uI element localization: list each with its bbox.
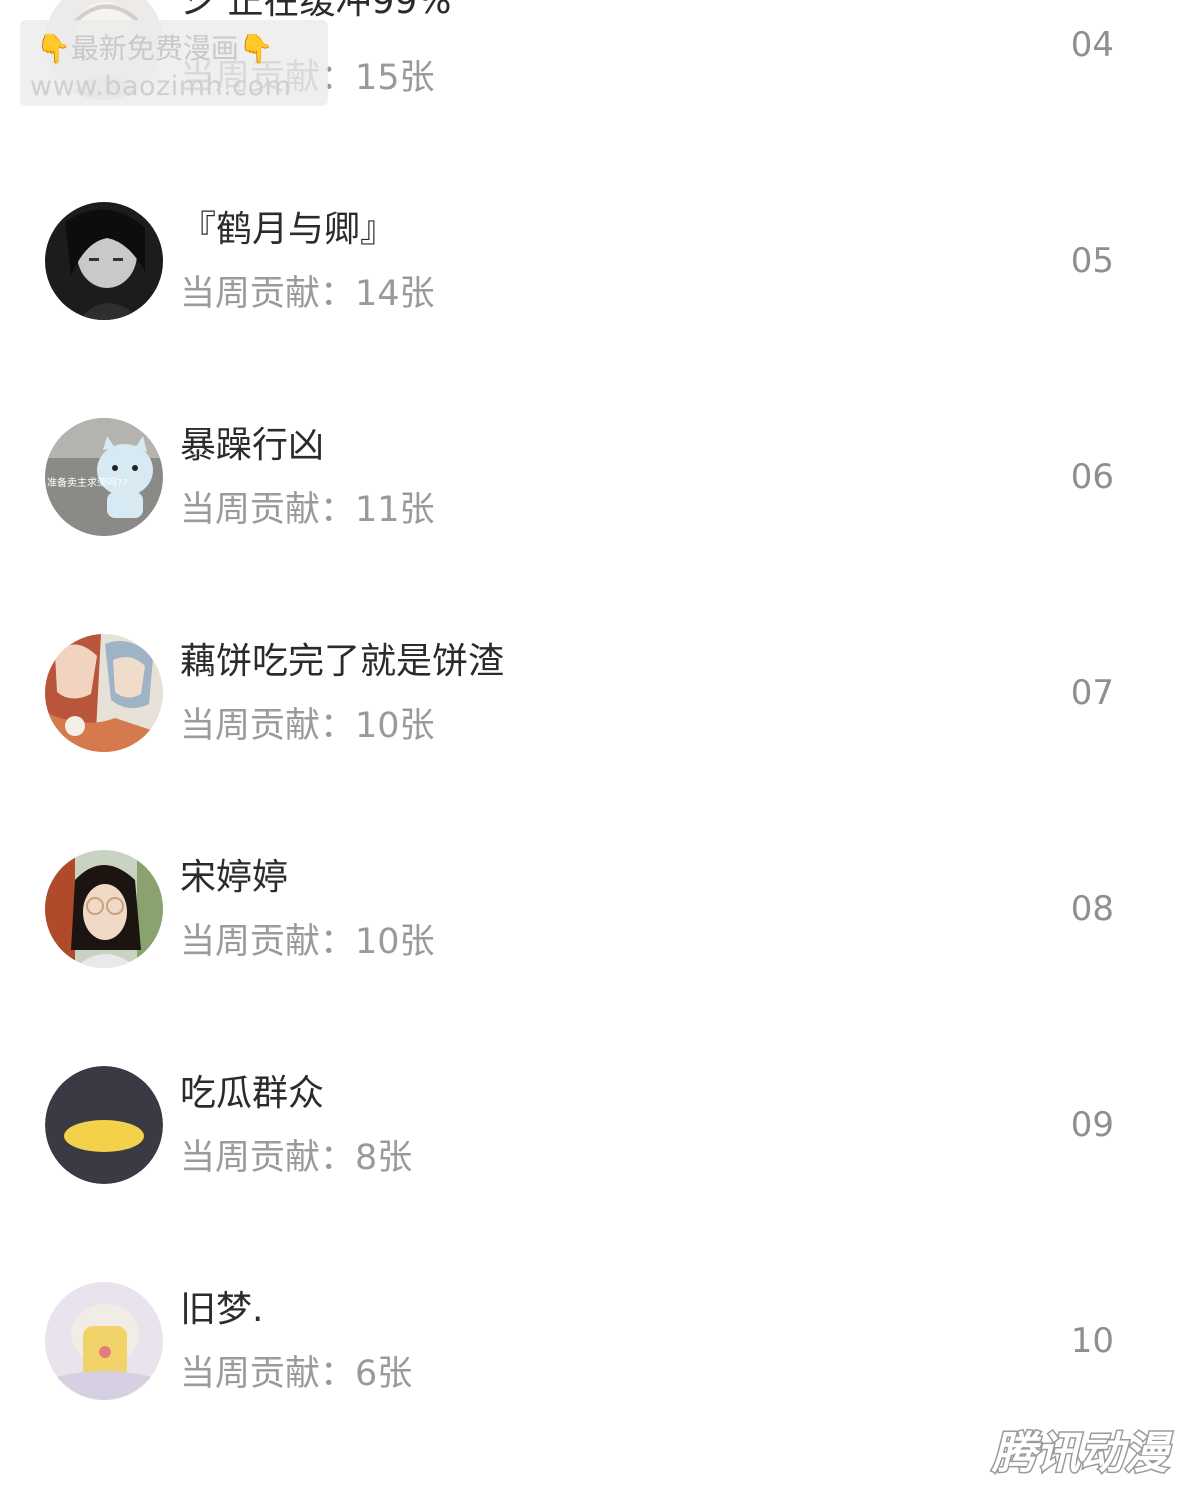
user-name[interactable]: 『鹤月与卿』 <box>180 208 396 252</box>
list-item[interactable]: 准备卖主求荣吗?? 暴躁行凶 当周贡献：11张 06 <box>0 302 1200 536</box>
list-item[interactable]: 宋婷婷 当周贡献：10张 08 <box>0 734 1200 968</box>
list-item[interactable]: 『鹤月与卿』 当周贡献：14张 05 <box>0 86 1200 320</box>
rank-number: 08 <box>1070 889 1114 929</box>
rank-number: 09 <box>1070 1105 1114 1145</box>
contribution-ranking-list: ジ 正在缓冲99% 当周贡献：15张 04 『鹤月与卿』 当周贡献：14张 05 <box>0 0 1200 1500</box>
user-name[interactable]: 宋婷婷 <box>180 856 288 900</box>
watermark-title: 最新免费漫画 <box>70 32 239 65</box>
user-name[interactable]: 藕饼吃完了就是饼渣 <box>180 640 504 684</box>
rank-number: 05 <box>1070 241 1114 281</box>
user-name[interactable]: 吃瓜群众 <box>180 1072 324 1116</box>
list-item[interactable]: 藕饼吃完了就是饼渣 当周贡献：10张 07 <box>0 518 1200 752</box>
list-item[interactable]: 吃瓜群众 当周贡献：8张 09 <box>0 950 1200 1184</box>
watermark-overlay: 👇最新免费漫画👇 www.baozimh.com <box>20 20 328 106</box>
tencent-comic-logo: 腾讯动漫 <box>988 1420 1178 1482</box>
user-name[interactable]: 旧梦. <box>180 1288 263 1332</box>
rank-number: 10 <box>1070 1321 1114 1361</box>
rank-number: 07 <box>1070 673 1114 713</box>
pointing-down-hand-icon: 👇 <box>36 32 71 65</box>
rank-number: 06 <box>1070 457 1114 497</box>
rank-number: 04 <box>1070 25 1114 65</box>
pointing-down-hand-icon: 👇 <box>238 32 274 65</box>
user-name[interactable]: 暴躁行凶 <box>180 424 324 468</box>
avatar-image <box>45 1282 163 1400</box>
avatar-caption: 准备卖主求荣吗?? <box>47 476 128 489</box>
avatar[interactable] <box>45 1282 163 1400</box>
logo-image: 腾讯动漫 <box>990 1427 1175 1481</box>
list-item[interactable]: 旧梦. 当周贡献：6张 10 <box>0 1166 1200 1400</box>
watermark-title-line: 👇最新免费漫画👇 <box>36 32 274 66</box>
contribution-count: 当周贡献：6张 <box>180 1354 413 1394</box>
watermark-site: www.baozimh.com <box>30 71 292 102</box>
logo-text: 腾讯动漫 <box>991 1428 1173 1479</box>
